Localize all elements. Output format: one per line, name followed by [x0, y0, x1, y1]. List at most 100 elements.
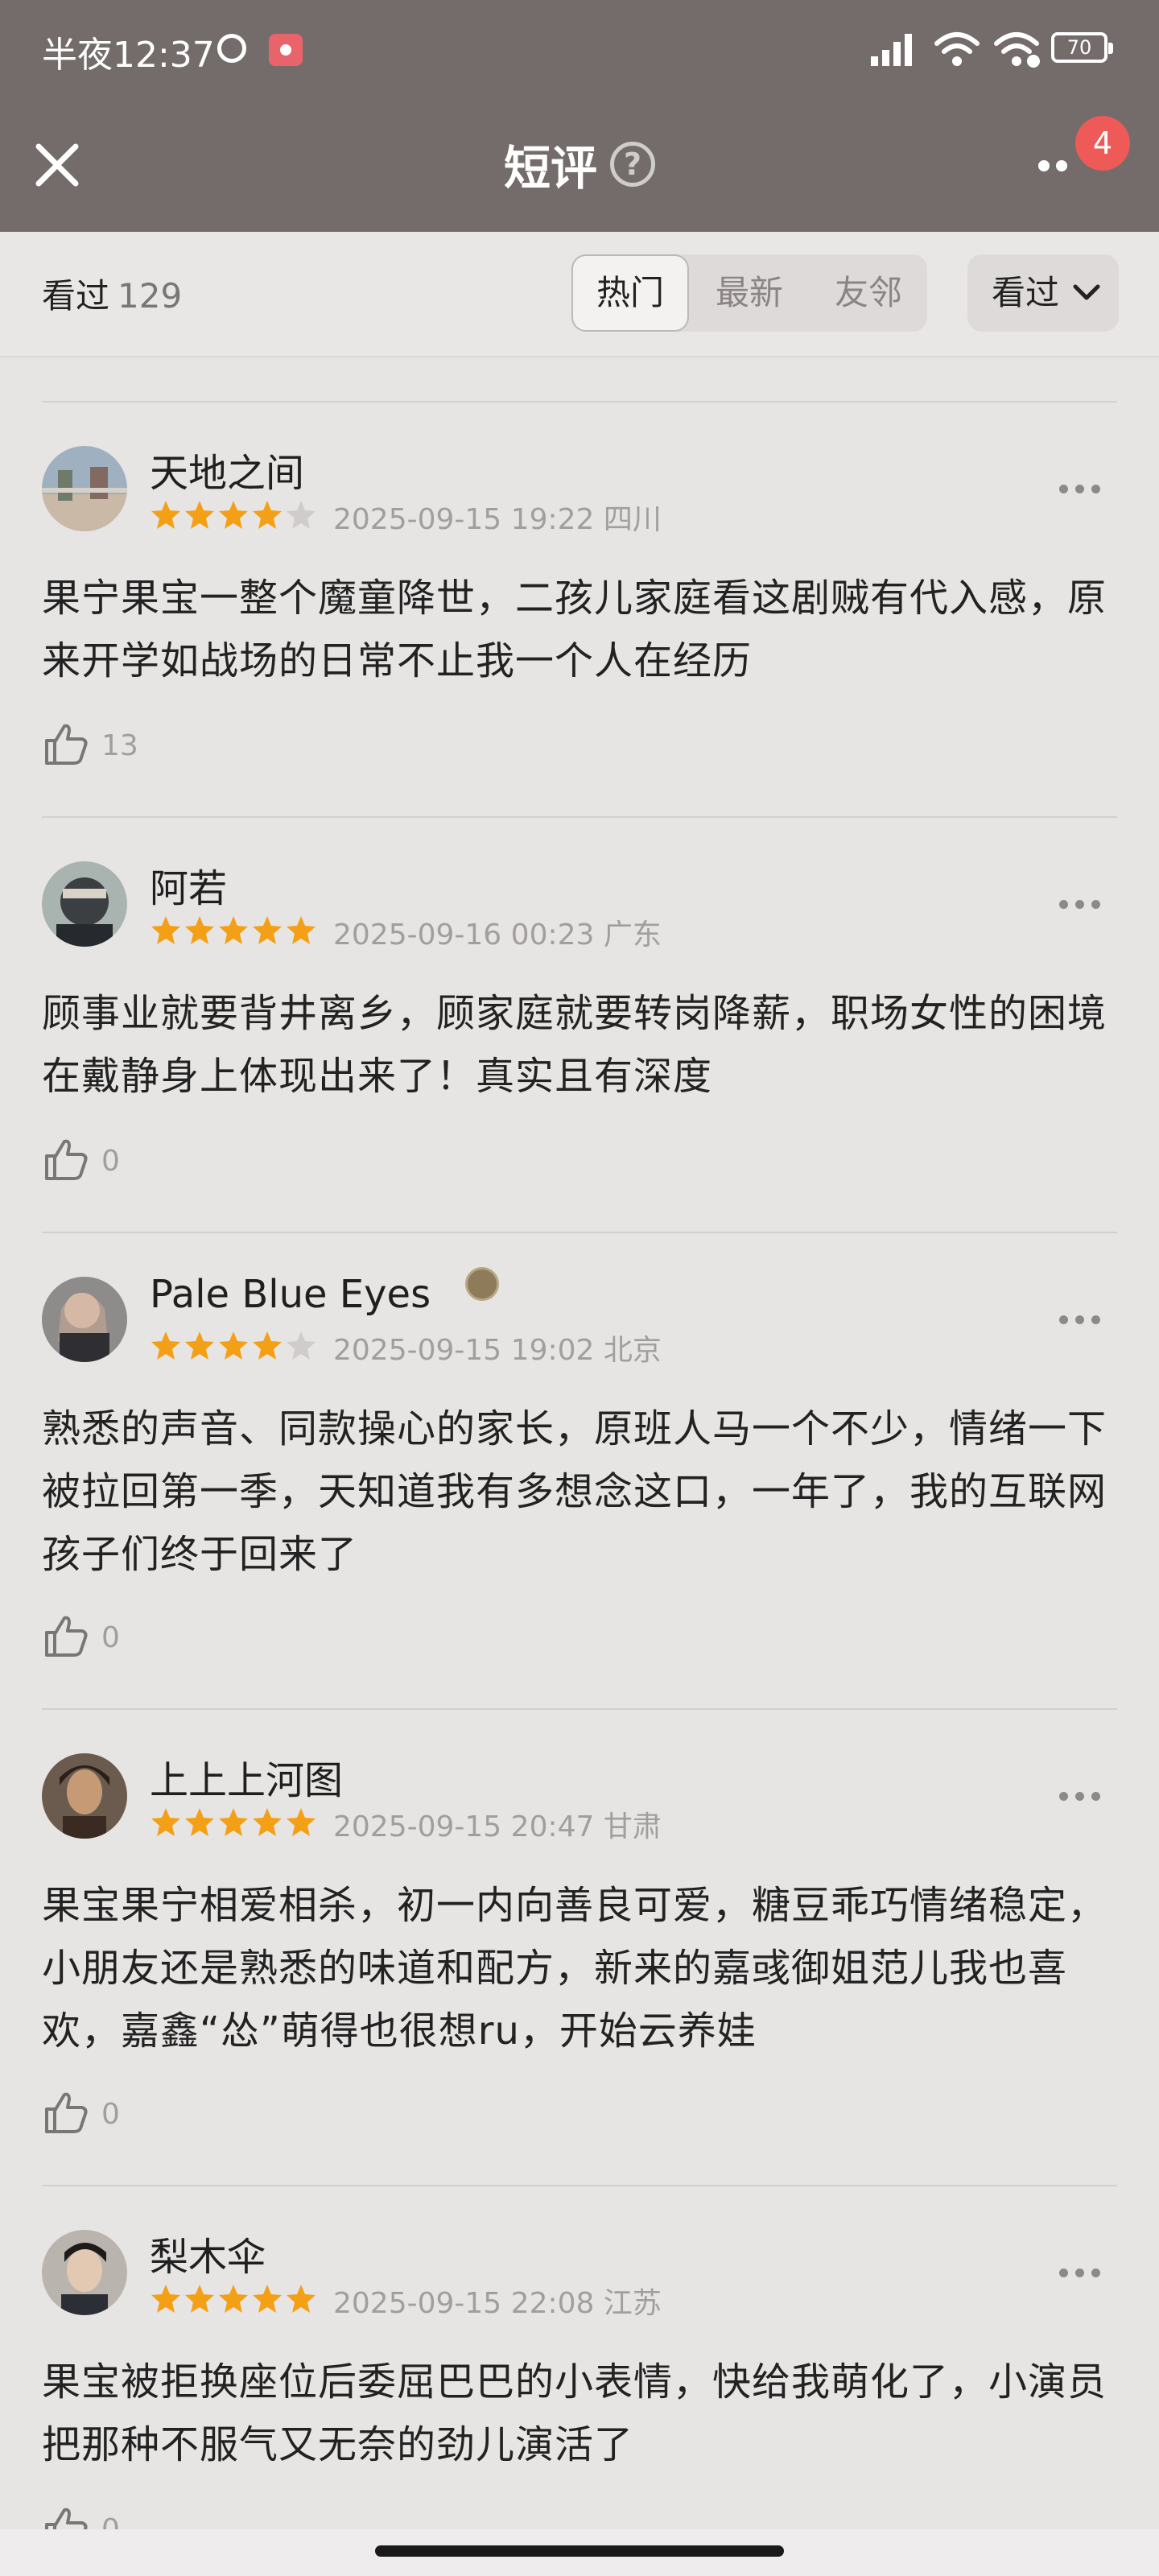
star-icon: [219, 916, 248, 944]
star-icon: [253, 501, 282, 529]
tab-friends[interactable]: 友邻: [810, 254, 927, 332]
more-icon[interactable]: [1059, 1789, 1107, 1801]
review-date: 2025-09-15 19:22: [333, 503, 595, 536]
like-count: 13: [101, 729, 138, 762]
status-filter-label: 看过: [992, 273, 1060, 312]
more-icon[interactable]: [1038, 159, 1079, 175]
review-location: 江苏: [603, 2287, 662, 2320]
status-filter-dropdown[interactable]: 看过: [967, 254, 1119, 332]
star-icon: [287, 1331, 316, 1360]
home-indicator[interactable]: [375, 2545, 784, 2557]
star-icon: [287, 916, 316, 944]
avatar[interactable]: [42, 1753, 127, 1839]
tab-hot[interactable]: 热门: [571, 254, 689, 332]
chevron-down-icon: [1073, 284, 1100, 300]
star-icon: [185, 1808, 214, 1836]
more-icon[interactable]: [1059, 897, 1107, 909]
review-list[interactable]: 天地之间 2025-09-15 19:22 四川 果宁果宝一整个魔童降世，二孩儿…: [0, 356, 1159, 2529]
like-count: 0: [101, 1145, 120, 1178]
star-icon: [219, 501, 248, 529]
medal-icon: [465, 1267, 499, 1301]
thumb-up-icon: [45, 2092, 88, 2133]
thumb-up-icon: [45, 1616, 88, 1657]
like-count: 0: [101, 2098, 120, 2131]
star-icon: [151, 501, 180, 529]
screen-record-icon: [269, 34, 303, 66]
review-location: 四川: [603, 503, 662, 536]
header: 短评 ? 4: [0, 100, 1159, 232]
review-meta: 2025-09-15 19:02 北京: [333, 1327, 662, 1368]
star-icon: [287, 2285, 316, 2313]
divider: [42, 1232, 1117, 1233]
reviewer-name[interactable]: 天地之间: [150, 441, 304, 497]
star-icon: [253, 2285, 282, 2313]
rating-stars: [150, 1806, 319, 1839]
star-icon: [151, 2285, 180, 2313]
status-bar: 半夜12:37 70: [0, 0, 1159, 100]
star-icon: [253, 1808, 282, 1836]
battery-icon: 70: [1051, 32, 1113, 63]
review-text: 果宝果宁相爱相杀，初一内向善良可爱，糖豆乖巧情绪稳定，小朋友还是熟悉的味道和配方…: [42, 1883, 1107, 2054]
tab-latest[interactable]: 最新: [689, 254, 810, 332]
star-icon: [151, 916, 180, 944]
like-count: 0: [101, 2513, 120, 2529]
more-icon[interactable]: [1059, 481, 1107, 493]
reviewer-name[interactable]: 梨木伞: [150, 2225, 266, 2281]
star-icon: [185, 501, 214, 529]
review-meta: 2025-09-15 19:22 四川: [333, 496, 662, 538]
divider: [42, 2185, 1117, 2186]
star-icon: [287, 1808, 316, 1836]
help-icon[interactable]: ?: [610, 142, 655, 187]
divider: [42, 1708, 1117, 1710]
reviewer-name[interactable]: 阿若: [150, 857, 227, 913]
filter-bar: 看过 129 热门 最新 友邻 看过: [0, 232, 1159, 357]
more-icon[interactable]: [1059, 2265, 1107, 2277]
avatar[interactable]: [42, 2230, 127, 2315]
star-icon: [253, 916, 282, 944]
wifi-calling-icon: [994, 32, 1040, 68]
thumb-up-icon: [45, 1139, 88, 1180]
review-date: 2025-09-16 00:23: [333, 919, 595, 952]
review-text: 果宁果宝一整个魔童降世，二孩儿家庭看这剧贼有代入感，原来开学如战场的日常不止我一…: [42, 576, 1107, 683]
page-title: 短评: [504, 141, 598, 196]
review-meta: 2025-09-16 00:23 广东: [333, 911, 662, 953]
reviewer-name[interactable]: Pale Blue Eyes: [150, 1272, 431, 1317]
rating-stars: [150, 2283, 319, 2315]
notification-badge: 4: [1075, 116, 1130, 171]
signal-icon: [871, 34, 912, 66]
rating-stars: [150, 1330, 319, 1362]
review-date: 2025-09-15 20:47: [333, 1810, 595, 1843]
star-icon: [185, 2285, 214, 2313]
review-text: 果宝被拒换座位后委屈巴巴的小表情，快给我萌化了，小演员把那种不服气又无奈的劲儿演…: [42, 2359, 1107, 2467]
home-indicator-bar: [0, 2529, 1159, 2576]
seen-label: 看过: [42, 276, 110, 316]
more-icon[interactable]: [1059, 1312, 1107, 1324]
star-icon: [287, 501, 316, 529]
timer-icon: [217, 34, 246, 63]
star-icon: [151, 1331, 180, 1360]
avatar[interactable]: [42, 861, 127, 947]
status-time: 半夜12:37: [42, 35, 215, 76]
star-icon: [219, 1808, 248, 1836]
star-icon: [219, 1331, 248, 1360]
star-icon: [151, 1808, 180, 1836]
rating-stars: [150, 499, 319, 531]
review-location: 甘肃: [603, 1810, 662, 1843]
seen-summary: 看过 129: [42, 269, 182, 318]
reviewer-name[interactable]: 上上上河图: [150, 1748, 343, 1805]
review-location: 北京: [603, 1334, 662, 1367]
close-icon[interactable]: [29, 137, 85, 193]
avatar[interactable]: [42, 446, 127, 531]
review-meta: 2025-09-15 20:47 甘肃: [333, 1803, 662, 1845]
sort-tabs: 热门 最新 友邻: [571, 254, 927, 332]
review-date: 2025-09-15 19:02: [333, 1334, 595, 1367]
review-text: 熟悉的声音、同款操心的家长，原班人马一个不少，情绪一下被拉回第一季，天知道我有多…: [42, 1406, 1107, 1577]
avatar[interactable]: [42, 1277, 127, 1362]
thumb-up-icon: [45, 724, 88, 765]
divider: [42, 401, 1117, 402]
star-icon: [219, 2285, 248, 2313]
thumb-up-icon: [45, 2508, 88, 2529]
like-count: 0: [101, 1621, 120, 1654]
star-icon: [253, 1331, 282, 1360]
star-icon: [185, 916, 214, 944]
